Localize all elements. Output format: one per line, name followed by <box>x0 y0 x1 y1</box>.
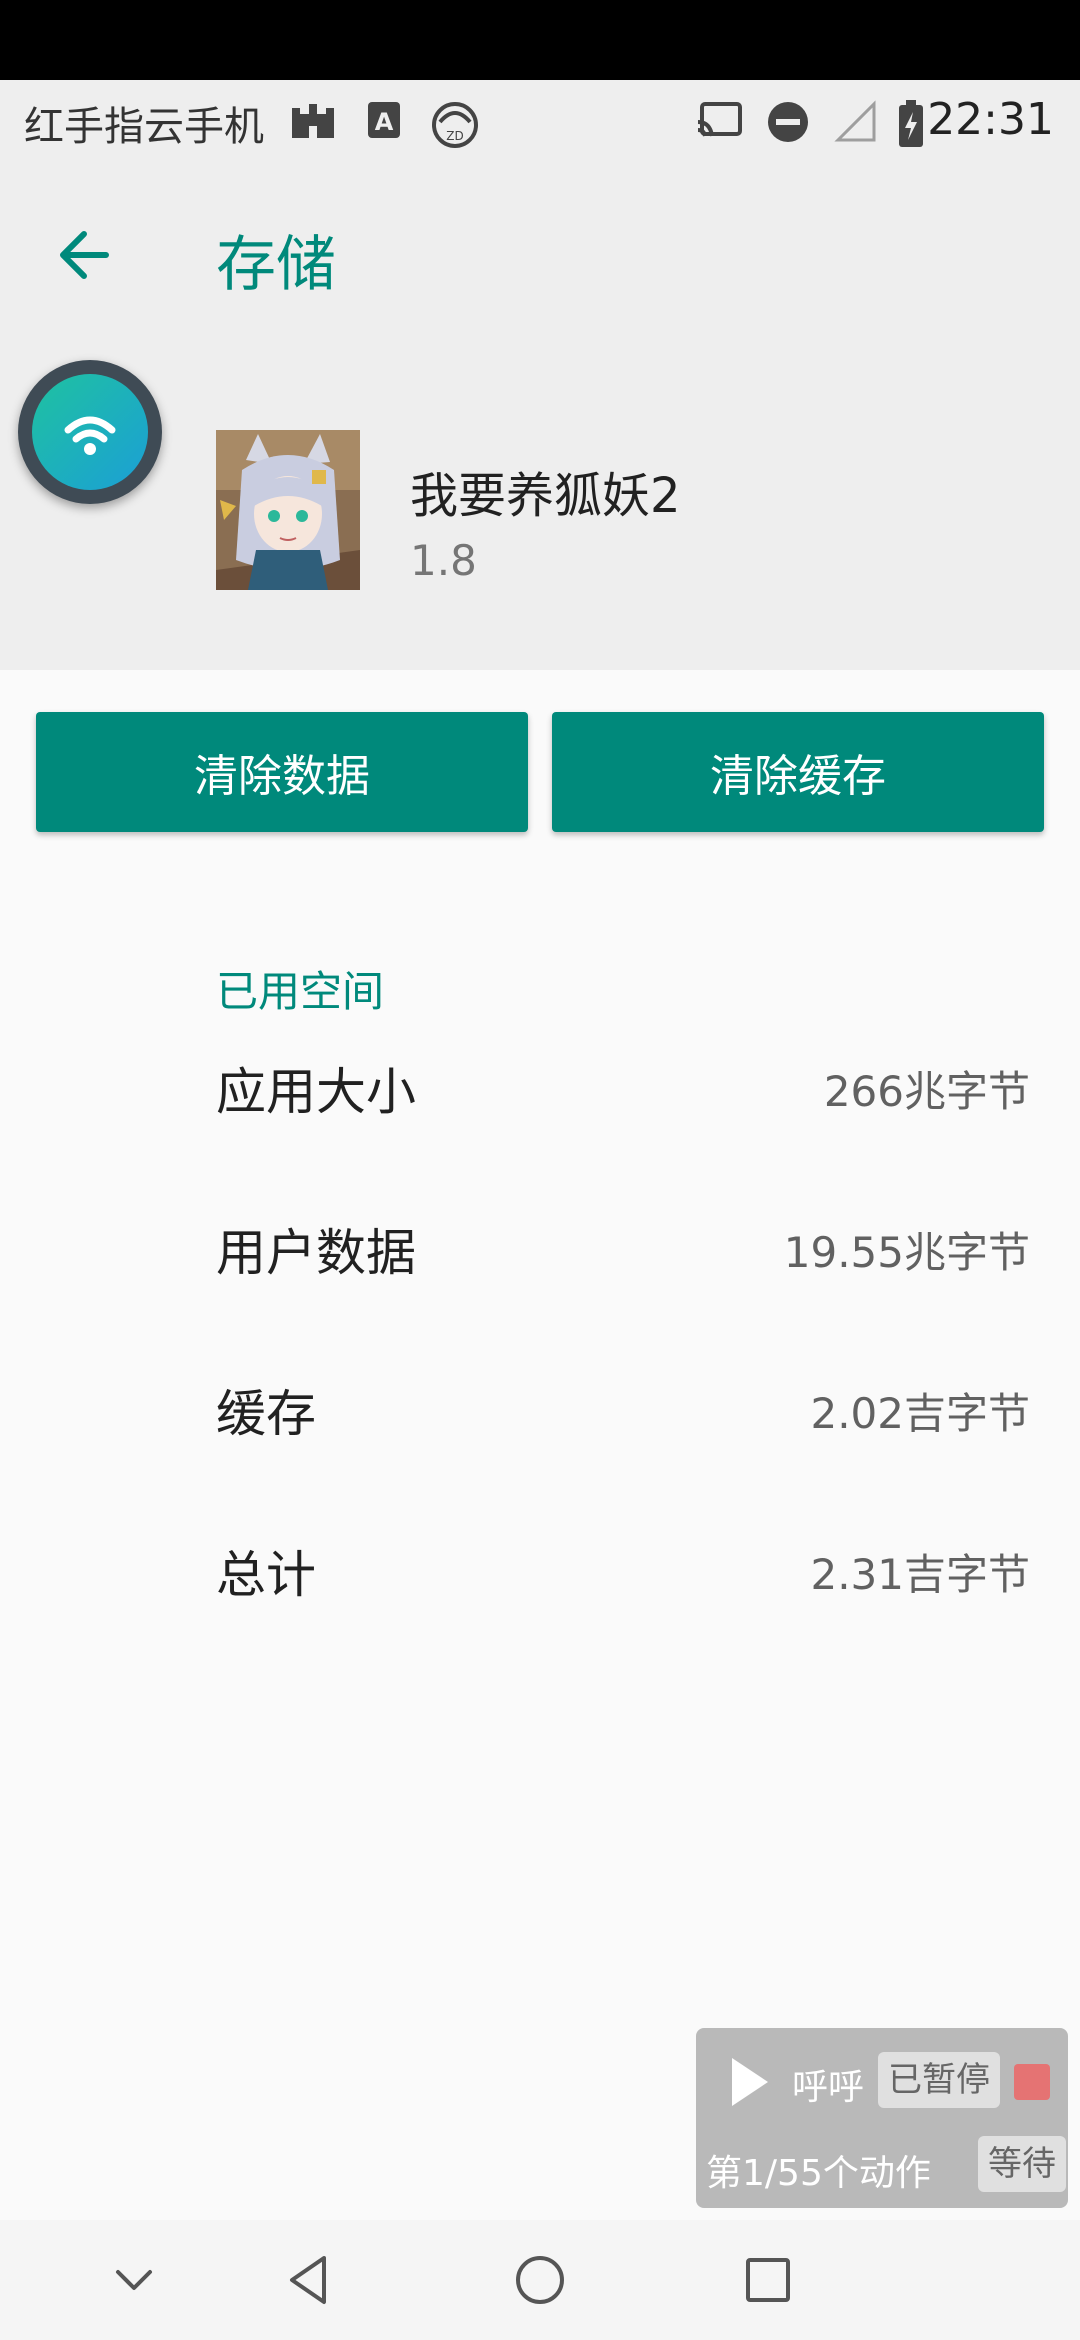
clock: 22:31 <box>927 94 1054 145</box>
carrier-name: 红手指云手机 <box>24 104 264 150</box>
macro-overlay: 呼呼 已暂停 第1/55个动作 等待 <box>696 2028 1068 2208</box>
macro-name: 呼呼 <box>792 2067 865 2108</box>
wait-badge: 等待 <box>978 2136 1066 2192</box>
signal-icon <box>834 100 876 142</box>
storage-row-label: 缓存 <box>216 1385 316 1443</box>
wifi-icon <box>64 416 116 455</box>
back-triangle-icon[interactable] <box>280 2250 340 2310</box>
arrow-left-icon[interactable] <box>50 220 120 290</box>
top-black-bar <box>0 0 1080 80</box>
page-title: 存储 <box>216 230 336 300</box>
macro-progress: 第1/55个动作 <box>706 2153 931 2194</box>
storage-row-value: 2.02吉字节 <box>810 1389 1030 1438</box>
cast-icon <box>697 102 742 137</box>
paused-badge: 已暂停 <box>878 2052 1000 2108</box>
floating-wifi-button[interactable] <box>18 360 162 504</box>
battery-icon <box>899 100 923 147</box>
zd-icon: ZD <box>432 102 478 148</box>
stop-icon[interactable] <box>1014 2064 1050 2100</box>
storage-row-value: 19.55兆字节 <box>783 1228 1030 1277</box>
storage-row-label: 应用大小 <box>216 1063 416 1121</box>
chevron-down-icon[interactable] <box>104 2250 164 2310</box>
castle-icon <box>292 104 334 138</box>
clear-cache-button[interactable]: 清除缓存 <box>552 712 1044 832</box>
app-version: 1.8 <box>410 536 477 585</box>
storage-row-value: 266兆字节 <box>823 1067 1030 1116</box>
navigation-bar <box>0 2220 1080 2340</box>
svg-text:ZD: ZD <box>446 129 463 143</box>
storage-row-total: 总计 2.31吉字节 <box>216 1517 1030 1617</box>
svg-text:A: A <box>375 108 394 136</box>
home-circle-icon[interactable] <box>510 2250 570 2310</box>
section-title-used-space: 已用空间 <box>216 967 385 1016</box>
play-icon[interactable] <box>724 2054 774 2110</box>
storage-row-value: 2.31吉字节 <box>810 1550 1030 1599</box>
storage-row-user-data: 用户数据 19.55兆字节 <box>216 1195 1030 1295</box>
storage-row-label: 用户数据 <box>216 1224 416 1282</box>
app-icon <box>216 430 360 590</box>
storage-row-cache: 缓存 2.02吉字节 <box>216 1356 1030 1456</box>
storage-row-label: 总计 <box>216 1546 316 1604</box>
clear-data-button[interactable]: 清除数据 <box>36 712 528 832</box>
status-bar: 红手指云手机 A ZD 22:31 <box>0 80 1080 160</box>
app-header: 存储 我要养狐妖2 1.8 <box>0 160 1080 670</box>
a-icon: A <box>368 102 400 138</box>
recents-square-icon[interactable] <box>738 2250 798 2310</box>
storage-row-app-size: 应用大小 266兆字节 <box>216 1034 1030 1134</box>
dnd-icon <box>768 102 808 142</box>
app-name: 我要养狐妖2 <box>410 468 681 524</box>
floating-wifi-button-inner <box>32 374 148 490</box>
